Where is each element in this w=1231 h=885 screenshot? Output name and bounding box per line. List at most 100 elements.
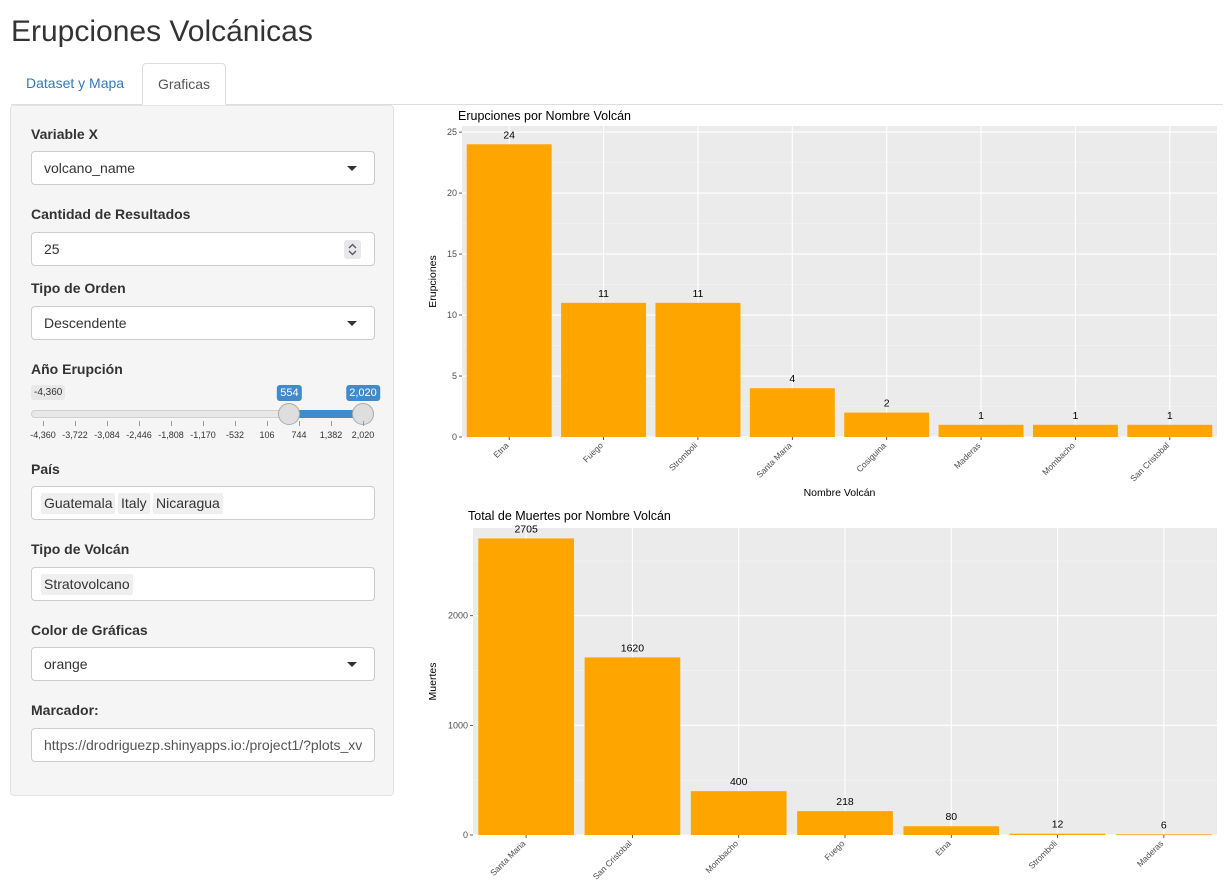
slider-tick — [267, 421, 268, 426]
pais-multiselect[interactable]: Guatemala Italy Nicaragua — [31, 486, 375, 520]
slider-tick — [235, 421, 236, 426]
x-tick-label: Fuego — [581, 440, 605, 464]
y-tick-label: 0 — [452, 432, 457, 442]
slider-tick-label: -1,808 — [158, 430, 184, 440]
slider-tick — [107, 421, 108, 426]
bar — [797, 811, 893, 835]
bar-value-label: 1 — [978, 410, 984, 422]
bar — [844, 412, 930, 437]
bar-value-label: 2705 — [514, 523, 538, 535]
bar-value-label: 24 — [503, 129, 515, 141]
tipo-volcan-multiselect[interactable]: Stratovolcano — [31, 567, 375, 601]
y-tick-label: 20 — [447, 188, 457, 198]
bar-value-label: 12 — [1052, 819, 1064, 831]
tab-dataset-mapa[interactable]: Dataset y Mapa — [11, 63, 139, 105]
y-tick-label: 25 — [447, 127, 457, 137]
slider-to-label: 2,020 — [346, 385, 380, 401]
orden-select[interactable]: Descendente — [31, 306, 375, 340]
slider-tick — [75, 421, 76, 426]
tab-graficas[interactable]: Graficas — [142, 63, 226, 105]
x-tick-label: Etna — [491, 440, 511, 460]
variable-x-value: volcano_name — [44, 160, 136, 176]
bar-value-label: 2 — [884, 398, 890, 410]
x-tick-label: San Cristobal — [591, 838, 634, 881]
cantidad-value: 25 — [44, 241, 60, 257]
year-slider-handle-from[interactable] — [278, 403, 301, 425]
bar — [1032, 424, 1118, 437]
sidebar-panel: Variable X volcano_name Cantidad de Resu… — [10, 105, 394, 796]
y-tick-label: 0 — [463, 830, 468, 840]
chip-stratovolcano[interactable]: Stratovolcano — [41, 574, 133, 595]
chart2-title: Total de Muertes por Nombre Volcán — [468, 509, 671, 523]
erupciones-chart: Erupciones por Nombre Volcán 2411 11421 1 1… — [427, 109, 1217, 499]
slider-tick-label: 1,382 — [319, 430, 343, 440]
bar — [749, 388, 835, 437]
chevron-down-icon — [347, 662, 357, 667]
x-tick-label: Stromboli — [667, 440, 700, 473]
bar-value-label: 6 — [1161, 819, 1167, 831]
orden-value: Descendente — [44, 315, 127, 331]
bar-value-label: 80 — [945, 811, 957, 823]
y-tick-label: 5 — [452, 371, 457, 381]
x-tick-label: Fuego — [822, 838, 846, 862]
tab-bar: Dataset y Mapa Graficas — [11, 63, 1223, 105]
cantidad-input[interactable]: 25 — [31, 232, 375, 266]
variable-x-select[interactable]: volcano_name — [31, 151, 375, 185]
y-tick-label: 10 — [447, 310, 457, 320]
slider-tick-label: -532 — [225, 430, 245, 440]
color-value: orange — [44, 656, 88, 672]
x-tick-label: Maderas — [952, 440, 982, 470]
bar — [655, 302, 741, 437]
slider-tick — [363, 421, 364, 426]
slider-tick — [299, 421, 300, 426]
bar — [584, 657, 681, 835]
bar — [478, 538, 574, 835]
color-label: Color de Gráficas — [31, 622, 148, 638]
bar — [938, 424, 1024, 437]
bar-value-label: 1620 — [621, 642, 645, 654]
slider-from-label: 554 — [277, 385, 302, 401]
chip-italy[interactable]: Italy — [118, 493, 150, 514]
bar — [561, 302, 647, 437]
cantidad-label: Cantidad de Resultados — [31, 206, 191, 222]
color-select[interactable]: orange — [31, 647, 375, 681]
tipo-volcan-label: Tipo de Volcán — [31, 541, 130, 557]
slider-tick-label: 744 — [291, 430, 307, 440]
number-stepper-icon[interactable] — [344, 240, 361, 259]
bar-value-label: 11 — [692, 288, 703, 300]
slider-min-label: -4,360 — [31, 385, 66, 400]
orden-label: Tipo de Orden — [31, 280, 126, 296]
chip-nicaragua[interactable]: Nicaragua — [153, 493, 223, 514]
slider-tick — [171, 421, 172, 426]
chevron-down-icon — [347, 166, 357, 171]
y-tick-label: 1000 — [448, 720, 468, 730]
y-tick-label: 15 — [447, 249, 457, 259]
chart2-ylabel: Muertes — [427, 663, 439, 701]
anio-label: Año Erupción — [31, 361, 123, 377]
slider-tick-label: -4,360 — [30, 430, 56, 440]
chip-guatemala[interactable]: Guatemala — [41, 493, 116, 514]
slider-tick-label: -3,084 — [94, 430, 120, 440]
slider-tick — [43, 421, 44, 426]
bar — [1127, 424, 1213, 437]
x-tick-label: Etna — [933, 838, 953, 858]
x-tick-label: Mombacho — [1040, 440, 1077, 477]
chevron-down-icon — [347, 321, 357, 326]
bar — [690, 791, 787, 835]
bar — [1009, 833, 1106, 835]
variable-x-label: Variable X — [31, 126, 98, 142]
slider-tick — [203, 421, 204, 426]
x-tick-label: Santa Maria — [754, 440, 794, 480]
bookmark-url-input[interactable] — [31, 728, 375, 762]
bar-value-label: 1 — [1073, 410, 1079, 422]
x-tick-label: Cosiguina — [854, 440, 888, 474]
bar-value-label: 400 — [730, 776, 748, 788]
chart1-ylabel: Erupciones — [427, 255, 439, 308]
bar — [903, 826, 1000, 835]
marcador-label: Marcador: — [31, 702, 99, 718]
bar-value-label: 218 — [836, 796, 854, 808]
chart1-xlabel: Nombre Volcán — [804, 487, 876, 499]
x-tick-label: Maderas — [1135, 838, 1165, 868]
x-tick-label: Mombacho — [703, 838, 740, 875]
slider-tick-label: -3,722 — [62, 430, 88, 440]
